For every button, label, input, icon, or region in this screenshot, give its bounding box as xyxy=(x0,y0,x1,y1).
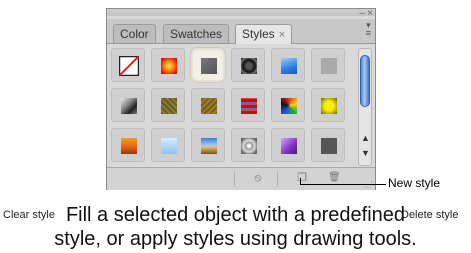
crackle-swatch xyxy=(241,138,257,154)
caption-line-1: Fill a selected object with a predefined xyxy=(65,204,406,226)
scroll-up-icon[interactable]: ▲ xyxy=(361,133,370,143)
style-gray-bevel[interactable] xyxy=(191,48,225,82)
scroll-down-icon[interactable]: ▼ xyxy=(361,148,370,158)
caption-line-2: style, or apply styles using drawing too… xyxy=(54,228,417,250)
tab-color-label: Color xyxy=(120,27,149,41)
pale-blue-swatch xyxy=(161,138,177,154)
style-brown-texture[interactable] xyxy=(191,88,225,122)
red-stripes-swatch xyxy=(241,98,257,114)
tab-color[interactable]: Color xyxy=(113,24,156,43)
delete-style-icon[interactable]: 🗑 xyxy=(328,172,341,184)
light-gray-swatch xyxy=(321,58,337,74)
style-purple-gradient[interactable] xyxy=(271,128,305,162)
style-red-stripes[interactable] xyxy=(231,88,265,122)
panel-menu-icon[interactable]: ▾ ≡ xyxy=(366,21,371,38)
style-pale-blue[interactable] xyxy=(151,128,185,162)
style-dark-ring[interactable] xyxy=(231,48,265,82)
panel-title-bar[interactable] xyxy=(107,9,375,16)
scroll-thumb[interactable] xyxy=(360,55,370,107)
olive-texture-swatch xyxy=(161,98,177,114)
gray-bevel-swatch xyxy=(201,58,217,74)
style-red-glow[interactable] xyxy=(151,48,185,82)
style-no-style[interactable] xyxy=(111,48,145,82)
style-olive-texture[interactable] xyxy=(151,88,185,122)
style-dark-gray[interactable] xyxy=(311,128,345,162)
styles-scrollbar[interactable]: ▲ ▼ xyxy=(358,48,372,166)
style-gold-glow[interactable] xyxy=(311,88,345,122)
panel-footer: ⦸ ❐ 🗑 ⋰ xyxy=(107,167,375,190)
red-glow-swatch xyxy=(161,58,177,74)
landscape-swatch xyxy=(201,138,217,154)
caption: Fill a selected object with a predefined… xyxy=(0,203,471,251)
new-style-icon[interactable]: ❐ xyxy=(296,172,308,184)
footer-divider xyxy=(234,171,235,186)
tab-swatches-label: Swatches xyxy=(170,27,223,41)
no-style-icon xyxy=(119,56,139,76)
style-crackle[interactable] xyxy=(231,128,265,162)
style-sunset[interactable] xyxy=(111,128,145,162)
style-dark-chrome[interactable] xyxy=(111,88,145,122)
clear-style-icon[interactable]: ⦸ xyxy=(252,172,264,184)
tab-styles-label: Styles xyxy=(242,27,275,41)
gold-glow-swatch xyxy=(321,98,337,114)
dark-chrome-swatch xyxy=(121,98,137,114)
styles-grid xyxy=(111,48,351,164)
dark-gray-swatch xyxy=(321,138,337,154)
new-style-callout-line xyxy=(300,184,386,185)
new-style-callout: New style xyxy=(388,176,441,190)
style-multicolor[interactable] xyxy=(271,88,305,122)
style-landscape[interactable] xyxy=(191,128,225,162)
minimize-icon[interactable]: – xyxy=(359,9,365,19)
tab-close-icon[interactable]: × xyxy=(279,29,285,41)
style-blue-gel[interactable] xyxy=(271,48,305,82)
blue-gel-swatch xyxy=(281,58,297,74)
style-light-gray[interactable] xyxy=(311,48,345,82)
sunset-swatch xyxy=(121,138,137,154)
tab-styles[interactable]: Styles × xyxy=(235,24,293,44)
brown-texture-swatch xyxy=(201,98,217,114)
dark-ring-swatch xyxy=(241,58,257,74)
footer-divider xyxy=(277,171,278,186)
multicolor-swatch xyxy=(281,98,297,114)
close-icon[interactable]: × xyxy=(367,9,373,19)
purple-gradient-swatch xyxy=(281,138,297,154)
tab-strip: Color Swatches Styles × xyxy=(107,19,375,44)
styles-panel: – × Color Swatches Styles × ▾ ≡ ▲ ▼ ⦸ ❐ … xyxy=(106,8,376,190)
tab-swatches[interactable]: Swatches xyxy=(163,24,230,43)
